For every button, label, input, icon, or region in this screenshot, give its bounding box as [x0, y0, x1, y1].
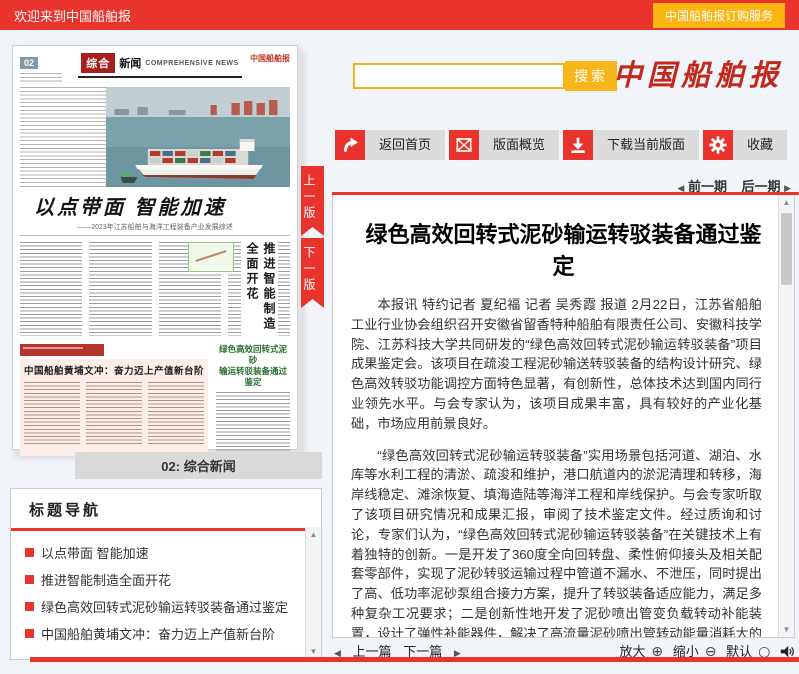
section-title: 综合 新闻 COMPREHENSIVE NEWS	[78, 53, 242, 78]
home-button[interactable]: 返回首页	[335, 130, 445, 160]
scroll-down-icon[interactable]: ▼	[306, 647, 321, 656]
nav-list-item[interactable]: 推进智能制造全面开花	[25, 566, 307, 593]
brand-logo: 中国船舶报	[613, 52, 783, 94]
tab-next-page[interactable]: 下一版	[301, 238, 324, 308]
overview-button[interactable]: 版面概览	[449, 130, 559, 160]
article-scrollbar[interactable]: ▲ ▼	[778, 195, 794, 637]
ship-photo	[106, 87, 290, 187]
text-column	[20, 242, 82, 336]
newspaper-mini-logo: 中国船舶报	[242, 53, 290, 64]
nav-list-item[interactable]: 中国船舶黄埔文冲：奋力迈上产值新台阶	[25, 620, 307, 647]
download-button[interactable]: 下载当前版面	[563, 130, 699, 160]
text-column	[89, 242, 151, 336]
article-paragraph: 本报讯 特约记者 夏纪福 记者 吴秀霞 报道 2月22日，江苏省船舶工业行业协会…	[351, 295, 762, 434]
footer-red-line	[30, 657, 799, 662]
green-headline-line1: 绿色高效回转式泥砂	[216, 344, 290, 366]
article-panel: 绿色高效回转式泥砂输运转驳装备通过鉴定 本报讯 特约记者 夏纪福 记者 吴秀霞 …	[332, 195, 795, 638]
front-article-intro-lines	[20, 87, 106, 187]
download-button-label: 下载当前版面	[593, 130, 699, 160]
page-tabs: 上一版 下一版	[301, 166, 324, 308]
bottom-headline: 中国船舶黄埔文冲：奋力迈上产值新台阶	[24, 363, 204, 377]
title-navigation-panel: 标题导航 以点带面 智能加速 推进智能制造全面开花 绿色高效回转式泥砂输运转驳装…	[10, 488, 322, 660]
search-bar: 搜索	[353, 60, 617, 92]
nav-item-label: 绿色高效回转式泥砂输运转驳装备通过鉴定	[41, 597, 288, 616]
nav-list-item[interactable]: 以点带面 智能加速	[25, 539, 307, 566]
toolbar: 返回首页 版面概览 下载当前版面 收藏	[335, 130, 787, 160]
bottom-article-columns	[24, 382, 204, 446]
favorite-button[interactable]: 收藏	[703, 130, 787, 160]
text-column	[86, 382, 142, 446]
newspaper-page-info: 02	[20, 53, 78, 83]
newspaper-body-columns: 推进智能制造全面开花	[20, 242, 290, 336]
inline-illustration	[188, 242, 234, 272]
welcome-text: 欢迎来到中国船舶报	[14, 6, 131, 25]
nav-panel-scrollbar[interactable]: ▲ ▼	[305, 527, 321, 659]
download-icon	[563, 130, 593, 160]
text-column	[148, 382, 204, 446]
newspaper-page-thumbnail[interactable]: 02 综合 新闻 COMPREHENSIVE NEWS 中国船舶报	[12, 45, 298, 450]
nav-list-item[interactable]: 绿色高效回转式泥砂输运转驳装备通过鉴定	[25, 593, 307, 620]
section-title-en: COMPREHENSIVE NEWS	[145, 60, 238, 67]
overview-button-label: 版面概览	[479, 130, 559, 160]
scroll-down-icon[interactable]: ▼	[779, 625, 794, 634]
favorite-button-label: 收藏	[733, 130, 787, 160]
article-body: 本报讯 特约记者 夏纪福 记者 吴秀霞 报道 2月22日，江苏省船舶工业行业协会…	[351, 295, 762, 638]
newspaper-bottom-articles: 中国船舶黄埔文冲：奋力迈上产值新台阶 绿色高效回转式泥砂 输运转驳装备通过鉴定	[20, 344, 290, 456]
nav-item-label: 以点带面 智能加速	[41, 543, 149, 562]
bottom-right-article: 绿色高效回转式泥砂 输运转驳装备通过鉴定	[216, 344, 290, 456]
vertical-headline: 推进智能制造全面开花	[241, 242, 278, 336]
layout-grid-icon	[449, 130, 479, 160]
front-article	[20, 87, 290, 187]
tab-previous-page[interactable]: 上一版	[301, 166, 324, 236]
red-bullet-icon	[25, 602, 34, 611]
red-bullet-icon	[25, 629, 34, 638]
scrollbar-thumb[interactable]	[781, 213, 792, 285]
home-button-label: 返回首页	[365, 130, 445, 160]
page-caption: 02: 综合新闻	[75, 452, 322, 479]
scroll-up-icon[interactable]: ▲	[306, 530, 321, 539]
article-paragraph: “绿色高效回转式泥砂输运转驳装备”实用场景包括河道、湖泊、水库等水利工程的清淤、…	[351, 446, 762, 638]
nav-item-label: 中国船舶黄埔文冲：奋力迈上产值新台阶	[41, 624, 275, 643]
section-title-red: 综合	[81, 53, 115, 73]
bottom-left-article: 中国船舶黄埔文冲：奋力迈上产值新台阶	[20, 344, 208, 456]
front-headline: 以点带面 智能加速	[20, 191, 290, 220]
search-button[interactable]: 搜索	[565, 61, 617, 91]
subscribe-button[interactable]: 中国船舶报订购服务	[653, 3, 785, 28]
gear-icon	[703, 130, 733, 160]
text-column	[24, 382, 80, 446]
page-info-lines	[20, 73, 62, 83]
scroll-up-icon[interactable]: ▲	[779, 198, 794, 207]
title-navigation-list: 以点带面 智能加速 推进智能制造全面开花 绿色高效回转式泥砂输运转驳装备通过鉴定…	[11, 539, 321, 647]
red-bullet-icon	[25, 575, 34, 584]
kicker-label	[20, 344, 104, 356]
front-subheadline: ——2023年江苏船舶与海洋工程装备产业发展综述	[20, 222, 290, 236]
search-input[interactable]	[353, 63, 565, 89]
article-title: 绿色高效回转式泥砂输运转驳装备通过鉴定	[357, 217, 770, 281]
top-bar: 欢迎来到中国船舶报 中国船舶报订购服务	[0, 0, 799, 30]
return-arrow-icon	[335, 130, 365, 160]
bottom-article-panel: 中国船舶黄埔文冲：奋力迈上产值新台阶	[20, 359, 208, 456]
newspaper-header: 02 综合 新闻 COMPREHENSIVE NEWS 中国船舶报	[20, 53, 290, 83]
red-bullet-icon	[25, 548, 34, 557]
text-column	[216, 392, 290, 456]
green-headline-line2: 输运转驳装备通过鉴定	[216, 366, 290, 388]
page-number-badge: 02	[20, 57, 38, 69]
section-title-black: 新闻	[119, 55, 141, 71]
red-divider	[11, 528, 321, 531]
title-navigation-heading: 标题导航	[11, 489, 321, 528]
nav-item-label: 推进智能制造全面开花	[41, 570, 171, 589]
